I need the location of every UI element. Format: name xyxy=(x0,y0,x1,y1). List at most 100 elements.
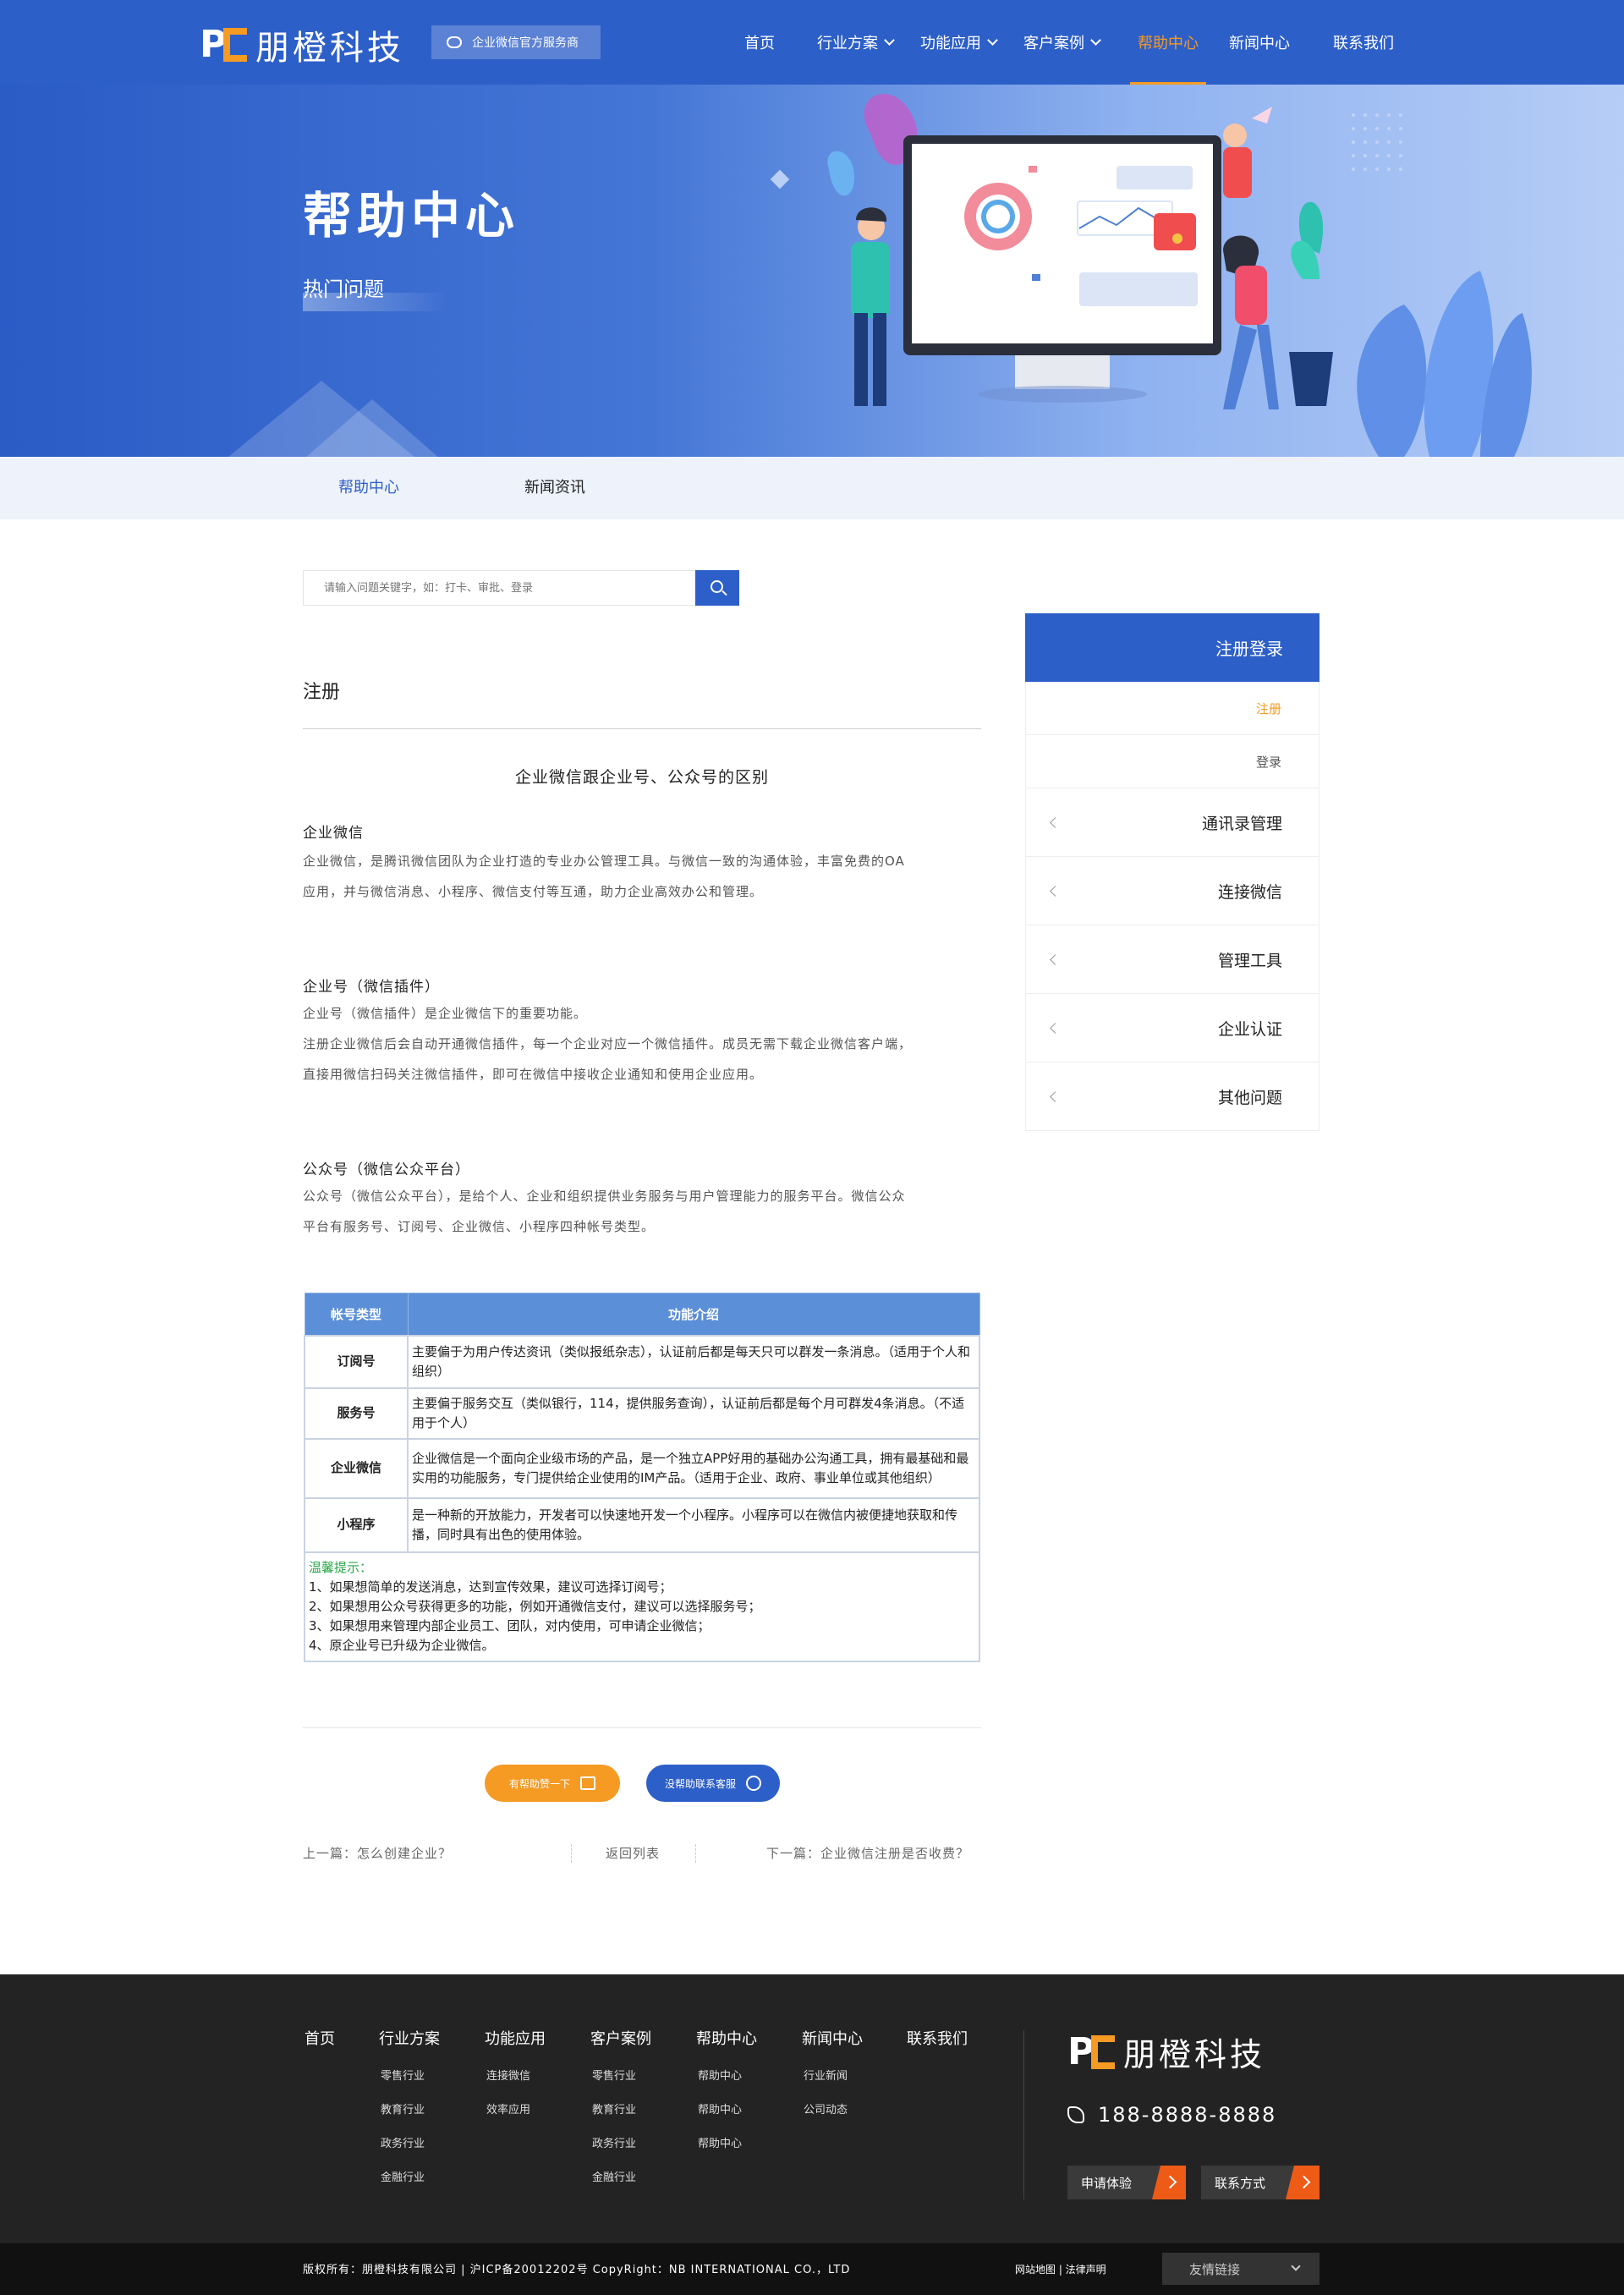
sitemap-legal-links[interactable]: 网站地图 | 法律声明 xyxy=(1015,2262,1106,2276)
chat-bubble-icon xyxy=(447,36,462,48)
footer-link[interactable]: 帮助中心 xyxy=(698,2104,742,2117)
footer-col-home: 首页 xyxy=(304,2027,335,2049)
banner-subtitle: 热门问题 xyxy=(303,277,384,301)
footer-logo[interactable]: P 朋橙科技 xyxy=(1067,2029,1265,2075)
nav-item-contact[interactable]: 联系我们 xyxy=(1313,0,1414,85)
nav-item-features[interactable]: 功能应用 xyxy=(920,0,1023,85)
contact-info-button[interactable]: 联系方式 xyxy=(1201,2166,1320,2199)
table-header-row: 帐号类型 功能介绍 xyxy=(304,1293,980,1336)
subnav-tab-news[interactable]: 新闻资讯 xyxy=(524,457,585,519)
footer-col-cases: 客户案例 零售行业 教育行业 政务行业 金融行业 xyxy=(590,2027,651,2184)
footer-col-news: 新闻中心 行业新闻 公司动态 xyxy=(802,2027,863,2117)
nav-item-news[interactable]: 新闻中心 xyxy=(1206,0,1313,85)
prev-article-link[interactable]: 上一篇：怎么创建企业？ xyxy=(303,1844,452,1862)
table-cell-desc: 企业微信是一个面向企业级市场的产品，是一个独立APP好用的基础办公沟通工具，拥有… xyxy=(407,1437,980,1499)
table-row: 订阅号 主要偏于为用户传达资讯（类似报纸杂志），认证前后都是每天只可以群发一条消… xyxy=(304,1334,980,1389)
footer-link[interactable]: 公司动态 xyxy=(804,2104,848,2117)
footer-link[interactable]: 新闻中心 xyxy=(802,2030,863,2048)
footer-link[interactable]: 帮助中心 xyxy=(698,2138,742,2150)
apply-trial-button[interactable]: 申请体验 xyxy=(1067,2166,1186,2199)
table-row: 企业微信 企业微信是一个面向企业级市场的产品，是一个独立APP好用的基础办公沟通… xyxy=(304,1437,980,1499)
section-title: 注册 xyxy=(303,682,341,703)
banner-title: 帮助中心 xyxy=(303,187,520,244)
search-input[interactable] xyxy=(304,571,739,605)
chevron-down-icon xyxy=(884,35,895,46)
dot-grid-decor xyxy=(1352,113,1402,171)
help-search xyxy=(303,570,739,606)
footer-link[interactable]: 首页 xyxy=(304,2030,335,2048)
subnav-tab-help[interactable]: 帮助中心 xyxy=(338,457,399,519)
sidebar-item-login[interactable]: 登录 xyxy=(1026,735,1319,788)
sidebar-item-verification[interactable]: 企业认证 xyxy=(1026,994,1319,1062)
table-cell-desc: 是一种新的开放能力，开发者可以快速地开发一个小程序。小程序可以在微信内被便捷地获… xyxy=(407,1496,980,1553)
phone-icon xyxy=(1067,2106,1084,2123)
logo-mark-icon: P xyxy=(200,26,249,63)
contact-support-button[interactable]: 没帮助联系客服 xyxy=(646,1765,780,1802)
logo-mark-icon: P xyxy=(1067,2033,1116,2071)
sidebar-item-admin-tools[interactable]: 管理工具 xyxy=(1026,925,1319,994)
nav-item-help[interactable]: 帮助中心 xyxy=(1130,0,1206,85)
block-title: 企业微信 xyxy=(303,825,364,842)
nav-item-cases[interactable]: 客户案例 xyxy=(1023,0,1130,85)
main-nav: 首页 行业方案 功能应用 客户案例 帮助中心 新闻中心 联系我们 xyxy=(744,0,1414,85)
sidebar-item-register[interactable]: 注册 xyxy=(1026,682,1319,735)
copyright-text: 版权所有：朋橙科技有限公司 | 沪ICP备20012202号 CopyRight… xyxy=(303,2264,851,2276)
table-note: 温馨提示： 1、如果想简单的发送消息，达到宣传效果，建议可选择订阅号； 2、如果… xyxy=(304,1551,980,1662)
headset-icon xyxy=(746,1776,761,1791)
block-title: 公众号（微信公众平台） xyxy=(303,1161,470,1178)
footer-link[interactable]: 教育行业 xyxy=(592,2104,636,2117)
nav-item-home[interactable]: 首页 xyxy=(744,0,805,85)
footer-link[interactable]: 金融行业 xyxy=(381,2171,425,2184)
search-button[interactable] xyxy=(695,570,739,606)
footer-link[interactable]: 帮助中心 xyxy=(698,2070,742,2083)
chevron-left-icon xyxy=(1050,954,1061,965)
friend-links-select[interactable]: 友情链接 xyxy=(1162,2253,1320,2285)
table-cell-type: 企业微信 xyxy=(304,1437,409,1499)
footer-link[interactable]: 金融行业 xyxy=(592,2171,636,2184)
footer-link[interactable]: 政务行业 xyxy=(592,2138,636,2150)
divider xyxy=(303,728,981,729)
block-body: 公众号（微信公众平台），是给个人、企业和组织提供业务服务与用户管理能力的服务平台… xyxy=(303,1189,906,1234)
service-badge-label: 企业微信官方服务商 xyxy=(472,36,579,50)
footer-link[interactable]: 零售行业 xyxy=(381,2070,425,2083)
account-type-table: 帐号类型 功能介绍 订阅号 主要偏于为用户传达资讯（类似报纸杂志），认证前后都是… xyxy=(304,1293,980,1662)
block-body: 企业微信，是腾讯微信团队为企业打造的专业办公管理工具。与微信一致的沟通体验，丰富… xyxy=(303,854,905,899)
footer-col-contact: 联系我们 xyxy=(907,2027,968,2049)
divider xyxy=(695,1844,696,1863)
footer-link[interactable]: 行业方案 xyxy=(379,2030,440,2048)
table-row: 服务号 主要偏于服务交互（类似银行，114，提供服务查询），认证前后都是每个月可… xyxy=(304,1386,980,1440)
footer-link[interactable]: 客户案例 xyxy=(590,2030,651,2048)
sidebar-item-connect-wechat[interactable]: 连接微信 xyxy=(1026,857,1319,925)
service-badge: 企业微信官方服务商 xyxy=(431,25,601,59)
footer-link[interactable]: 零售行业 xyxy=(592,2070,636,2083)
chevron-down-icon xyxy=(1291,2261,1301,2271)
footer-link[interactable]: 教育行业 xyxy=(381,2104,425,2117)
footer-link[interactable]: 政务行业 xyxy=(381,2138,425,2150)
footer-phone: 188-8888-8888 xyxy=(1067,2103,1276,2127)
table-row: 小程序 是一种新的开放能力，开发者可以快速地开发一个小程序。小程序可以在微信内被… xyxy=(304,1496,980,1553)
footer-col-industry: 行业方案 零售行业 教育行业 政务行业 金融行业 xyxy=(379,2027,440,2184)
sidebar-item-contacts[interactable]: 通讯录管理 xyxy=(1026,788,1319,857)
helpful-button[interactable]: 有帮助赞一下 xyxy=(485,1765,620,1802)
diamond-decor xyxy=(770,169,790,189)
block-title: 企业号（微信插件） xyxy=(303,979,440,996)
sub-nav: 帮助中心 新闻资讯 xyxy=(0,457,1624,519)
footer-link[interactable]: 功能应用 xyxy=(485,2030,546,2048)
footer-link[interactable]: 联系我们 xyxy=(907,2030,968,2048)
thumbs-up-icon xyxy=(580,1776,595,1790)
sidebar-heading[interactable]: 注册登录 xyxy=(1025,613,1320,682)
footer-link[interactable]: 连接微信 xyxy=(486,2070,530,2083)
footer-link[interactable]: 帮助中心 xyxy=(696,2030,757,2048)
table-cell-type: 小程序 xyxy=(304,1496,409,1553)
footer-col-help: 帮助中心 帮助中心 帮助中心 帮助中心 xyxy=(696,2027,757,2150)
hero-banner: 帮助中心 热门问题 xyxy=(0,85,1624,457)
back-to-list-link[interactable]: 返回列表 xyxy=(606,1844,660,1862)
next-article-link[interactable]: 下一篇：企业微信注册是否收费？ xyxy=(766,1844,969,1862)
site-logo[interactable]: P 朋橙科技 xyxy=(200,20,404,69)
footer-link[interactable]: 效率应用 xyxy=(486,2104,530,2117)
footer-link[interactable]: 行业新闻 xyxy=(804,2070,848,2083)
chevron-down-icon xyxy=(1090,35,1101,46)
table-cell-type: 服务号 xyxy=(304,1386,409,1440)
sidebar-item-other[interactable]: 其他问题 xyxy=(1026,1062,1319,1131)
nav-item-industry[interactable]: 行业方案 xyxy=(817,0,920,85)
